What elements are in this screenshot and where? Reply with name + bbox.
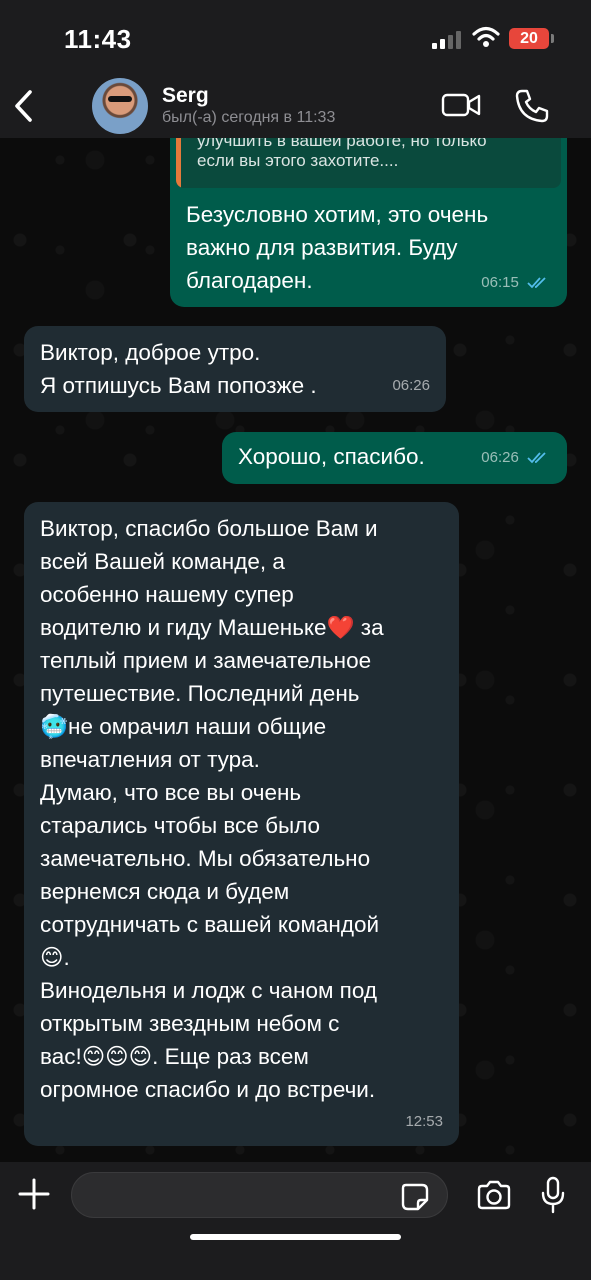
- message-meta: 12:53: [405, 1105, 443, 1138]
- wifi-icon: [472, 26, 500, 47]
- message-line: вернемся сюда и будем: [40, 879, 290, 904]
- back-chevron-icon[interactable]: [12, 88, 36, 124]
- message-input[interactable]: [71, 1172, 448, 1218]
- message-line: Виктор, спасибо большое Вам и: [40, 516, 378, 541]
- message-line: путешествие. Последний день: [40, 681, 360, 706]
- plus-icon[interactable]: [18, 1178, 50, 1210]
- composer-bar: [0, 1162, 591, 1280]
- message-line: особенно нашему супер: [40, 582, 294, 607]
- avatar[interactable]: [92, 78, 148, 134]
- message-line: теплый прием и замечательное: [40, 648, 372, 673]
- message-line: вас!😊😊😊. Еще раз всем: [40, 1044, 309, 1069]
- message-text: Виктор, доброе утро. Я отпишусь Вам попо…: [40, 340, 317, 398]
- message-line: Думаю, что все вы очень: [40, 780, 302, 805]
- message-line: 😊.: [40, 945, 70, 970]
- message-incoming[interactable]: Виктор, доброе утро. Я отпишусь Вам попо…: [24, 326, 446, 412]
- sticker-icon[interactable]: [400, 1182, 430, 1212]
- message-line: огромное спасибо и до встречи.: [40, 1077, 376, 1102]
- message-meta: 06:15: [481, 266, 553, 299]
- message-line: старались чтобы все было: [40, 813, 321, 838]
- message-line: сотрудничать с вашей командой: [40, 912, 380, 937]
- message-time: 12:53: [405, 1113, 443, 1130]
- quoted-line: если вы этого захотите....: [197, 151, 399, 170]
- phone-call-icon[interactable]: [514, 88, 550, 124]
- message-line: всей Вашей команде, а: [40, 549, 285, 574]
- message-incoming[interactable]: Виктор, спасибо большое Вам и всей Вашей…: [24, 502, 459, 1146]
- camera-icon[interactable]: [476, 1180, 512, 1210]
- message-line: Винодельня и лодж с чаном под: [40, 978, 378, 1003]
- message-line: впечатления от тура.: [40, 747, 260, 772]
- message-line: замечательно. Мы обязательно: [40, 846, 371, 871]
- battery-icon: 20: [509, 28, 549, 49]
- message-meta: 06:26: [392, 369, 430, 402]
- cellular-signal-icon: [432, 31, 464, 49]
- message-line: 🥶не омрачил наши общие: [40, 714, 327, 739]
- chat-header: Serg был(-а) сегодня в 11:33: [0, 76, 591, 138]
- message-line: водителю и гиду Машеньке❤️ за: [40, 615, 384, 640]
- read-ticks-icon: [527, 277, 546, 289]
- message-time: 06:26: [392, 377, 430, 394]
- message-time: 06:26: [481, 449, 519, 466]
- message-time: 06:15: [481, 274, 519, 291]
- home-indicator[interactable]: [190, 1234, 401, 1240]
- contact-status: был(-а) сегодня в 11:33: [162, 109, 336, 126]
- video-call-icon[interactable]: [441, 92, 481, 118]
- status-time: 11:43: [64, 24, 132, 54]
- microphone-icon[interactable]: [540, 1176, 566, 1214]
- message-text: Хорошо, спасибо.: [238, 444, 425, 469]
- read-ticks-icon: [527, 452, 546, 464]
- status-bar: 11:43 20: [0, 0, 591, 76]
- message-meta: 06:26: [481, 441, 553, 474]
- contact-name[interactable]: Serg: [162, 84, 209, 108]
- message-outgoing[interactable]: Хорошо, спасибо. 06:26: [222, 432, 567, 484]
- message-text: Виктор, спасибо большое Вам и всей Вашей…: [40, 512, 450, 1106]
- message-line: открытым звездным небом с: [40, 1011, 340, 1036]
- battery-tip: [551, 34, 554, 43]
- battery-level: 20: [520, 30, 538, 47]
